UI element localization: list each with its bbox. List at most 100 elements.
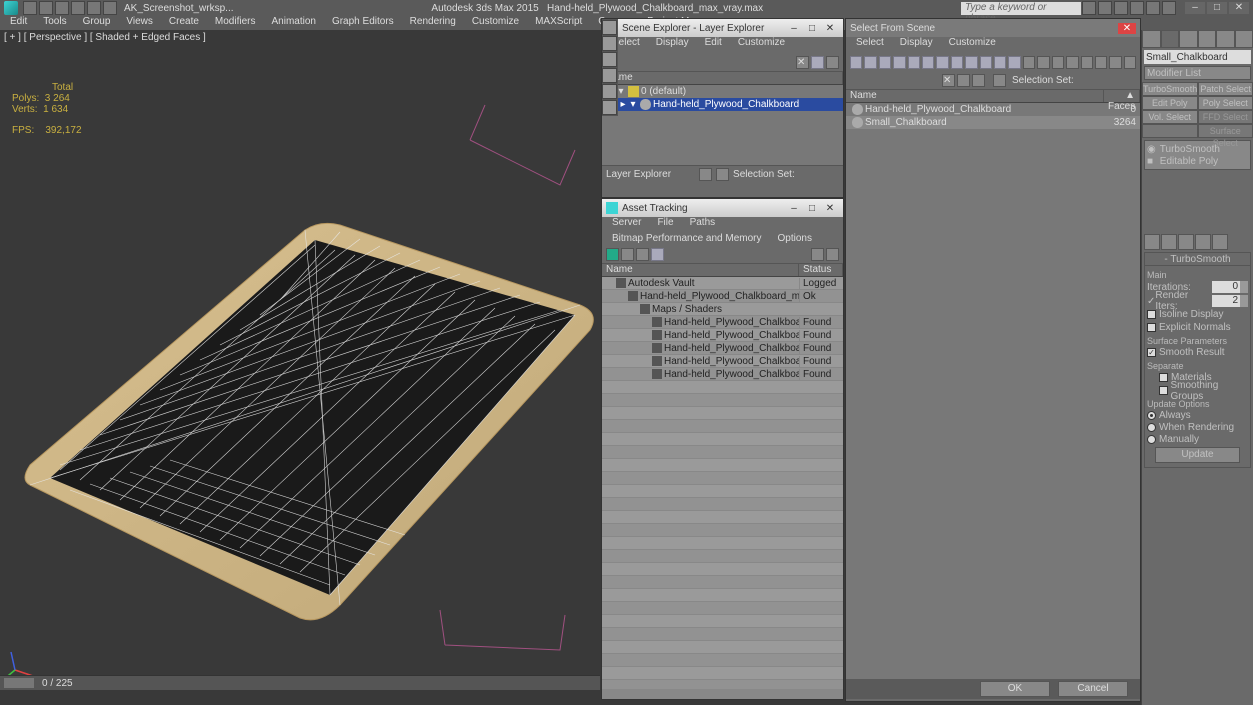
sfs-titlebar[interactable]: Select From Scene ✕ <box>846 19 1140 37</box>
sfs-t10-icon[interactable] <box>980 56 992 69</box>
sfs-menu-display[interactable]: Display <box>894 37 939 53</box>
menu-views[interactable]: Views <box>120 16 159 30</box>
close-button[interactable]: ✕ <box>1229 2 1249 14</box>
sfs-t13-icon[interactable] <box>1023 56 1035 69</box>
sfs-menu-customize[interactable]: Customize <box>943 37 1002 53</box>
at-tb6-icon[interactable] <box>826 248 839 261</box>
redo-icon[interactable] <box>87 1 101 15</box>
modifier-list-dropdown[interactable]: Modifier List <box>1144 66 1251 80</box>
sfs-t14-icon[interactable] <box>1037 56 1049 69</box>
se-minimize-button[interactable]: – <box>785 23 803 34</box>
at-row[interactable]: Hand-held_Plywood_Chalkboard_Specula...F… <box>602 368 843 381</box>
sfs-t16-icon[interactable] <box>1066 56 1078 69</box>
at-menu-options[interactable]: Options <box>772 233 818 245</box>
at-row[interactable] <box>602 446 843 459</box>
at-row[interactable] <box>602 537 843 550</box>
at-row[interactable] <box>602 563 843 576</box>
at-list[interactable]: Autodesk VaultLogged Hand-held_Plywood_Ch… <box>602 277 843 689</box>
sfs-close-button[interactable]: ✕ <box>1118 23 1136 34</box>
open-icon[interactable] <box>39 1 53 15</box>
at-row[interactable] <box>602 615 843 628</box>
se-filter-icon[interactable]: ✕ <box>796 56 809 69</box>
whenrendering-radio[interactable] <box>1147 423 1156 432</box>
isoline-checkbox[interactable] <box>1147 310 1156 319</box>
at-row[interactable] <box>602 680 843 689</box>
at-menu-server[interactable]: Server <box>606 217 647 229</box>
at-tb5-icon[interactable] <box>811 248 824 261</box>
at-tb2-icon[interactable] <box>621 248 634 261</box>
sfs-cancel-button[interactable]: Cancel <box>1058 681 1128 697</box>
se-row-object[interactable]: ▸▾Hand-held_Plywood_Chalkboard <box>602 98 843 111</box>
sfs-t7-icon[interactable] <box>936 56 948 69</box>
sfs-t12-icon[interactable] <box>1008 56 1020 69</box>
render-iters-field[interactable]: 2 <box>1212 295 1240 307</box>
se-tree[interactable]: ▸▾0 (default) ▸▾Hand-held_Plywood_Chalkb… <box>602 85 843 165</box>
se-maximize-button[interactable]: □ <box>803 23 821 34</box>
at-row[interactable] <box>602 628 843 641</box>
minimize-button[interactable]: – <box>1185 2 1205 14</box>
at-row[interactable] <box>602 407 843 420</box>
at-row[interactable] <box>602 394 843 407</box>
at-row[interactable] <box>602 511 843 524</box>
sfs-t4-icon[interactable] <box>893 56 905 69</box>
se-view1-icon[interactable] <box>811 56 824 69</box>
at-menu-file[interactable]: File <box>651 217 679 229</box>
explicit-checkbox[interactable] <box>1147 323 1156 332</box>
sel-polyselect[interactable]: Poly Select <box>1198 96 1253 110</box>
tab-hierarchy-icon[interactable] <box>1179 30 1198 48</box>
sfs-b1-icon[interactable]: ✕ <box>942 74 955 87</box>
timeline[interactable]: 0 / 225 <box>0 675 600 690</box>
render-iters-checkbox[interactable]: ✓ <box>1147 296 1155 307</box>
sfs-menu-select[interactable]: Select <box>850 37 890 53</box>
signin-icon[interactable] <box>1098 1 1112 15</box>
menu-edit[interactable]: Edit <box>4 16 33 30</box>
sfs-b2-icon[interactable] <box>957 74 970 87</box>
se-close-button[interactable]: ✕ <box>821 23 839 34</box>
sfs-t1-icon[interactable] <box>850 56 862 69</box>
rollup-header[interactable]: - TurboSmooth <box>1145 253 1250 266</box>
at-row[interactable]: Hand-held_Plywood_Chalkboard_Glossin...F… <box>602 342 843 355</box>
at-row[interactable] <box>602 498 843 511</box>
at-close-button[interactable]: ✕ <box>821 203 839 214</box>
at-row[interactable] <box>602 524 843 537</box>
sfs-t11-icon[interactable] <box>994 56 1006 69</box>
help-icon[interactable] <box>1082 1 1096 15</box>
menu-modifiers[interactable]: Modifiers <box>209 16 262 30</box>
at-tb4-icon[interactable] <box>651 248 664 261</box>
sfs-t9-icon[interactable] <box>965 56 977 69</box>
stack-bulb-icon[interactable]: ■ <box>1147 156 1157 167</box>
save-icon[interactable] <box>55 1 69 15</box>
at-row[interactable] <box>602 589 843 602</box>
at-refresh-icon[interactable] <box>606 248 619 261</box>
at-row[interactable] <box>602 654 843 667</box>
history-icon[interactable] <box>1130 1 1144 15</box>
at-row[interactable] <box>602 485 843 498</box>
sfs-column-header[interactable]: Name ▲ Faces <box>846 89 1140 103</box>
at-row[interactable] <box>602 576 843 589</box>
search-input[interactable]: Type a keyword or phrase <box>961 2 1081 15</box>
se-explorer-dropdown[interactable]: Layer Explorer <box>606 169 671 180</box>
sfs-t20-icon[interactable] <box>1124 56 1136 69</box>
unique-icon[interactable] <box>1178 234 1194 250</box>
se-bottom2-icon[interactable] <box>716 168 729 181</box>
at-row[interactable] <box>602 381 843 394</box>
menu-maxscript[interactable]: MAXScript <box>529 16 588 30</box>
object-name-field[interactable]: Small_Chalkboard <box>1144 50 1251 64</box>
at-row[interactable] <box>602 459 843 472</box>
scene-explorer-titlebar[interactable]: Scene Explorer - Layer Explorer – □ ✕ <box>602 19 843 37</box>
se-menu-display[interactable]: Display <box>650 37 695 53</box>
at-row[interactable]: Autodesk VaultLogged <box>602 277 843 290</box>
sfs-t2-icon[interactable] <box>864 56 876 69</box>
spinner-icon[interactable] <box>1240 281 1248 293</box>
sfs-tree[interactable]: Hand-held_Plywood_Chalkboard0 Small_Chal… <box>846 103 1140 679</box>
se-view2-icon[interactable] <box>826 56 839 69</box>
show-end-icon[interactable] <box>1161 234 1177 250</box>
at-titlebar[interactable]: Asset Tracking – □ ✕ <box>602 199 843 217</box>
tab-create-icon[interactable] <box>1142 30 1161 48</box>
sel-turbosmooth[interactable]: TurboSmooth <box>1142 82 1198 96</box>
menu-grapheditors[interactable]: Graph Editors <box>326 16 400 30</box>
se-menu-customize[interactable]: Customize <box>732 37 791 53</box>
help2-icon[interactable] <box>1162 1 1176 15</box>
se-side5-icon[interactable] <box>602 84 617 99</box>
sfs-row[interactable]: Hand-held_Plywood_Chalkboard0 <box>846 103 1140 116</box>
